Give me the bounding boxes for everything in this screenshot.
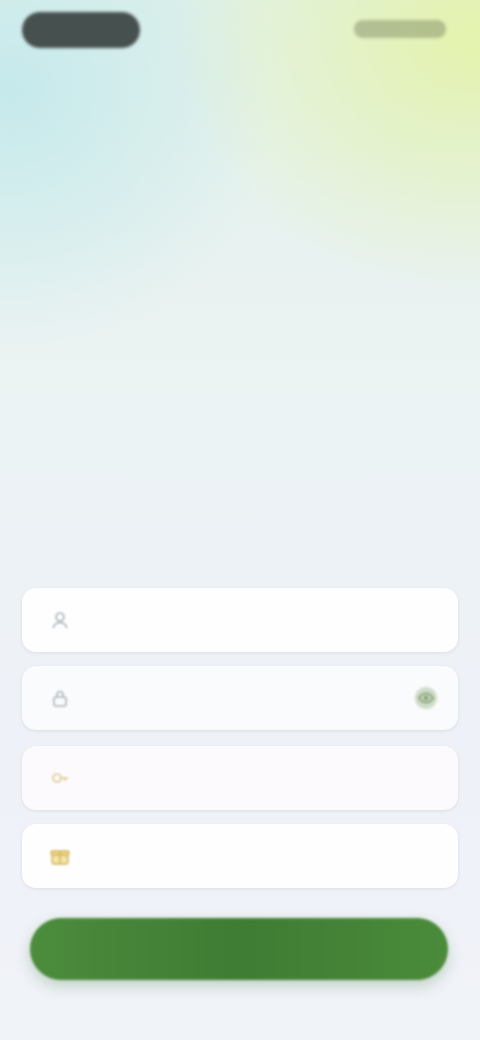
verification-input[interactable] (98, 768, 382, 788)
password-field[interactable] (22, 666, 458, 730)
submit-button[interactable] (30, 918, 448, 980)
eye-icon[interactable] (412, 684, 440, 712)
username-input[interactable] (98, 610, 382, 630)
user-icon (48, 608, 72, 632)
form-card (22, 582, 458, 898)
lock-icon (48, 686, 72, 710)
password-input[interactable] (98, 688, 382, 708)
username-field[interactable] (22, 588, 458, 652)
gift-icon (48, 844, 72, 868)
invite-code-field[interactable] (22, 824, 458, 888)
invite-code-input[interactable] (98, 846, 382, 866)
key-icon (48, 766, 72, 790)
status-pill (22, 12, 140, 48)
verification-field[interactable] (22, 746, 458, 810)
status-indicators (354, 20, 446, 38)
